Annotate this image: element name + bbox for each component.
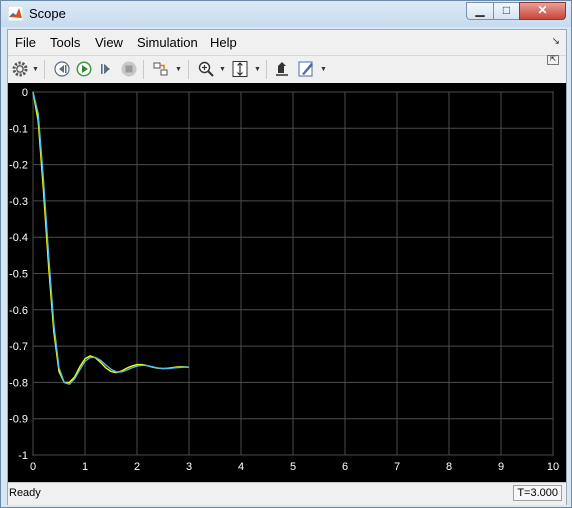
y-tick-label: -0.5 <box>9 269 28 281</box>
x-tick-label: 10 <box>547 461 559 473</box>
x-tick-label: 1 <box>82 461 88 473</box>
scope-client-area: File Tools View Simulation Help ↘ ▼ ▼ ▼ … <box>7 29 567 505</box>
y-tick-label: -0.6 <box>9 305 28 317</box>
restore-view-icon[interactable] <box>273 60 291 78</box>
toolbar-separator <box>188 60 189 79</box>
minimize-button[interactable]: ▁ <box>466 2 494 20</box>
highlight-block-icon[interactable] <box>152 60 170 78</box>
y-tick-label: -0.9 <box>9 414 28 426</box>
stop-icon[interactable] <box>120 60 138 78</box>
zoom-dropdown-icon[interactable]: ▼ <box>219 66 226 73</box>
scope-window: Scope ▁ □ ✕ File Tools View Simulation H… <box>0 0 572 508</box>
status-bar: Ready T=3.000 <box>8 482 566 505</box>
menu-file[interactable]: File <box>15 35 36 50</box>
zoom-in-icon[interactable] <box>197 60 215 78</box>
y-tick-label: -1 <box>18 450 28 462</box>
y-tick-label: -0.7 <box>9 341 28 353</box>
title-bar[interactable]: Scope ▁ □ ✕ <box>1 1 571 27</box>
status-text: Ready <box>9 487 41 499</box>
step-forward-icon[interactable] <box>98 60 116 78</box>
x-tick-label: 0 <box>30 461 36 473</box>
menu-tools[interactable]: Tools <box>50 35 80 50</box>
y-tick-label: 0 <box>22 87 28 99</box>
simulation-time: T=3.000 <box>513 485 562 501</box>
toolbar-separator <box>266 60 267 79</box>
highlight-dropdown-icon[interactable]: ▼ <box>175 66 182 73</box>
x-tick-label: 9 <box>498 461 504 473</box>
x-tick-label: 7 <box>394 461 400 473</box>
menu-simulation[interactable]: Simulation <box>137 35 198 50</box>
scale-axes-icon[interactable] <box>231 60 249 78</box>
x-tick-label: 3 <box>186 461 192 473</box>
scope-chart[interactable]: 0 1 2 3 4 5 6 7 8 9 10 0 -0.1 -0.2 -0.3 -0.4 -0.5 -0.6 -0.… <box>8 83 566 483</box>
y-tick-label: -0.8 <box>9 377 28 389</box>
menu-bar: File Tools View Simulation Help ↘ <box>8 30 566 55</box>
close-button[interactable]: ✕ <box>519 2 566 20</box>
x-tick-label: 2 <box>134 461 140 473</box>
x-tick-label: 8 <box>446 461 452 473</box>
gear-dropdown-icon[interactable]: ▼ <box>32 66 39 73</box>
scale-dropdown-icon[interactable]: ▼ <box>254 66 261 73</box>
gear-icon[interactable] <box>11 60 29 78</box>
menu-help[interactable]: Help <box>210 35 237 50</box>
y-tick-label: -0.1 <box>9 123 28 135</box>
matlab-logo-icon <box>8 6 23 21</box>
axes-restore-icon[interactable]: ⇱ <box>547 55 559 65</box>
x-tick-label: 5 <box>290 461 296 473</box>
x-tick-label: 6 <box>342 461 348 473</box>
series-line-2 <box>32 91 189 386</box>
window-title: Scope <box>29 6 66 21</box>
run-icon[interactable] <box>75 60 93 78</box>
y-tick-label: -0.3 <box>9 196 28 208</box>
step-back-icon[interactable] <box>53 60 71 78</box>
y-tick-label: -0.4 <box>9 232 28 244</box>
plot-area[interactable]: 0 1 2 3 4 5 6 7 8 9 10 0 -0.1 -0.2 -0.3 -0.4 -0.5 -0.6 -0.… <box>8 83 566 483</box>
toolbar-separator <box>143 60 144 79</box>
style-icon[interactable] <box>297 60 315 78</box>
maximize-button[interactable]: □ <box>493 2 520 20</box>
x-tick-label: 4 <box>238 461 244 473</box>
toolbar: ▼ ▼ ▼ ▼ ▼ <box>8 55 566 84</box>
style-dropdown-icon[interactable]: ▼ <box>320 66 327 73</box>
toolbar-separator <box>44 60 45 79</box>
dock-arrow-icon[interactable]: ↘ <box>552 36 560 47</box>
menu-view[interactable]: View <box>95 35 123 50</box>
y-tick-label: -0.2 <box>9 160 28 172</box>
